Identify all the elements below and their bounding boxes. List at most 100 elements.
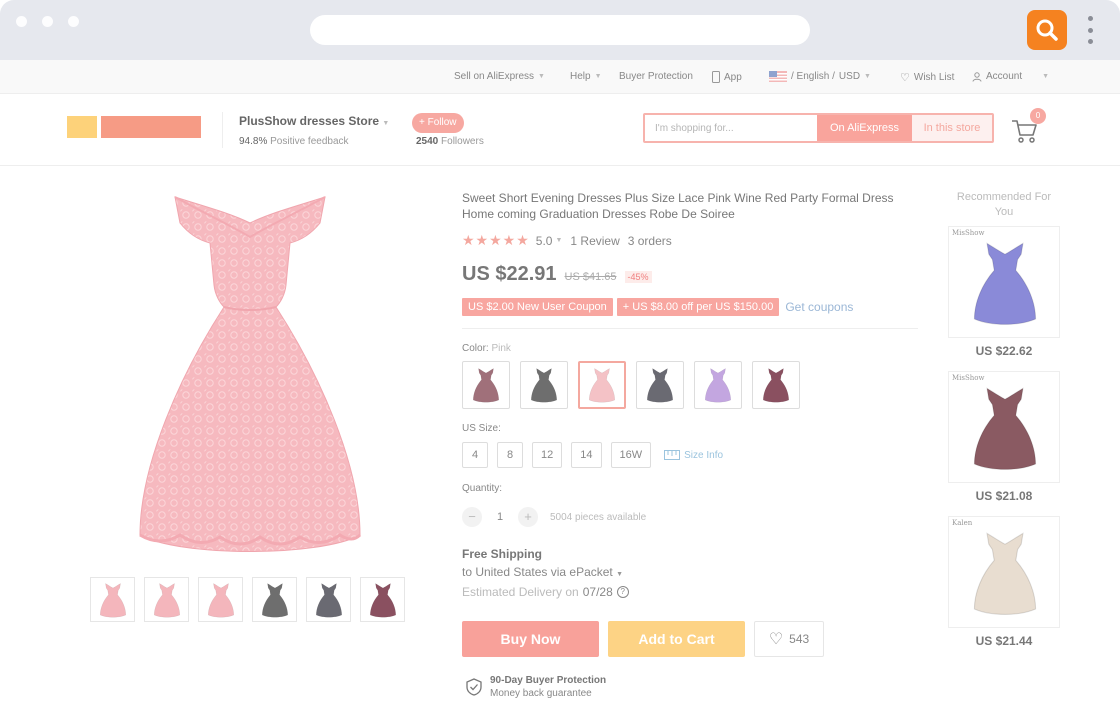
- color-swatch[interactable]: [694, 361, 742, 409]
- new-user-coupon[interactable]: US $2.00 New User Coupon: [462, 298, 613, 316]
- quantity-label: Quantity:: [462, 483, 503, 494]
- store-logo-icon[interactable]: [67, 116, 97, 138]
- magnifier-icon: [1036, 19, 1058, 41]
- shipping-title: Free Shipping: [462, 547, 543, 561]
- feedback-percent: 94.8%: [239, 136, 268, 147]
- thumbnail-image[interactable]: [198, 577, 243, 622]
- store-name-label: PlusShow dresses Store: [239, 114, 380, 128]
- get-coupons-link[interactable]: Get coupons: [785, 300, 853, 314]
- rating-row: ★★★★★ 5.0 ▼ 1 Review 3 orders: [462, 232, 672, 249]
- rating-value[interactable]: 5.0: [536, 234, 553, 248]
- cart-button[interactable]: 0: [1010, 108, 1046, 146]
- available-stock: 5004 pieces available: [550, 511, 647, 523]
- size-info-link[interactable]: Size Info: [664, 450, 723, 461]
- color-label: Color: Pink: [462, 343, 511, 354]
- size-options: 4 8 12 14 16W Size Info: [462, 442, 723, 468]
- sell-on-aliexpress-link[interactable]: Sell on AliExpress ▼: [454, 71, 545, 82]
- currency-label: USD: [838, 71, 861, 82]
- chevron-down-icon[interactable]: ▼: [555, 237, 562, 244]
- search-aliexpress-button[interactable]: On AliExpress: [817, 115, 912, 141]
- recommended-product-card[interactable]: MisShow: [948, 226, 1060, 338]
- color-swatch[interactable]: [752, 361, 800, 409]
- recommended-title: Recommended For You: [956, 191, 1052, 218]
- color-value: Pink: [491, 343, 511, 354]
- product-title: Sweet Short Evening Dresses Plus Size La…: [462, 191, 894, 221]
- follow-button[interactable]: + Follow: [412, 113, 464, 133]
- phone-icon: [712, 71, 720, 83]
- browser-menu-icon[interactable]: [1084, 14, 1096, 46]
- color-swatch[interactable]: [462, 361, 510, 409]
- followers-label: Followers: [441, 136, 484, 147]
- account-link[interactable]: Account ▼: [972, 71, 1049, 82]
- browser-chrome: [0, 0, 1120, 60]
- help-label: Help: [570, 71, 591, 82]
- size-option[interactable]: 12: [532, 442, 563, 468]
- search-input[interactable]: [645, 115, 817, 141]
- shipping-destination[interactable]: to United States via ePacket ▼: [462, 565, 623, 579]
- size-option[interactable]: 4: [462, 442, 488, 468]
- wishlist-count: 543: [789, 632, 810, 646]
- thumbnail-image[interactable]: [360, 577, 405, 622]
- quantity-value[interactable]: 1: [490, 511, 510, 523]
- help-link[interactable]: Help ▼: [570, 71, 602, 82]
- header-divider: [222, 112, 223, 148]
- store-coupon[interactable]: + US $8.00 off per US $150.00: [616, 298, 780, 316]
- search-extension-button[interactable]: [1027, 10, 1067, 50]
- window-close-dot[interactable]: [16, 16, 27, 27]
- size-option[interactable]: 16W: [610, 442, 652, 468]
- language-label: / English /: [791, 71, 835, 82]
- add-to-cart-button[interactable]: Add to Cart: [608, 621, 745, 657]
- color-swatch[interactable]: [520, 361, 568, 409]
- search-this-store-button[interactable]: In this store: [912, 115, 992, 141]
- store-logo-banner[interactable]: [101, 116, 201, 138]
- protection-title: 90-Day Buyer Protection: [490, 675, 607, 686]
- app-link[interactable]: App: [712, 71, 742, 83]
- color-swatch[interactable]: [578, 361, 626, 409]
- wishlist-button[interactable]: ♡ 543: [754, 621, 824, 657]
- star-rating-icon: ★★★★★: [462, 232, 530, 248]
- quantity-increase-button[interactable]: +: [518, 507, 538, 527]
- buy-now-button[interactable]: Buy Now: [462, 621, 599, 657]
- thumbnail-image[interactable]: [90, 577, 135, 622]
- size-option[interactable]: 14: [571, 442, 602, 468]
- ruler-icon: [664, 450, 681, 460]
- chevron-down-icon: ▼: [1042, 73, 1050, 80]
- orders-count: 3 orders: [627, 233, 672, 248]
- shipping-destination-text: to United States via ePacket: [462, 565, 613, 579]
- buyer-protection-link[interactable]: Buyer Protection: [619, 71, 693, 82]
- recommended-product-image: [969, 378, 1041, 483]
- thumbnail-image[interactable]: [306, 577, 351, 622]
- buyer-protection-label: Buyer Protection: [619, 71, 693, 82]
- recommended-product-image: [969, 523, 1041, 628]
- window-maximize-dot[interactable]: [68, 16, 79, 27]
- recommended-price: US $22.62: [975, 344, 1033, 358]
- thumbnail-image[interactable]: [144, 577, 189, 622]
- recommended-product-card[interactable]: Kalen: [948, 516, 1060, 628]
- store-name[interactable]: PlusShow dresses Store ▼: [239, 114, 389, 128]
- address-bar[interactable]: [310, 15, 810, 45]
- thumbnail-image[interactable]: [252, 577, 297, 622]
- size-info-label: Size Info: [684, 449, 724, 461]
- recommended-product-card[interactable]: MisShow: [948, 371, 1060, 483]
- protection-subtitle: Money back guarantee: [490, 688, 592, 699]
- question-mark-icon[interactable]: ?: [616, 586, 629, 598]
- wish-list-link[interactable]: ♡ Wish List: [900, 71, 954, 84]
- store-header: PlusShow dresses Store ▼ 94.8% Positive …: [0, 94, 1120, 166]
- quantity-decrease-button[interactable]: −: [462, 507, 482, 527]
- size-option[interactable]: 8: [497, 442, 523, 468]
- sell-label: Sell on AliExpress: [454, 71, 535, 82]
- reviews-link[interactable]: 1 Review: [570, 234, 619, 248]
- chevron-down-icon: ▼: [616, 571, 624, 578]
- recommended-price: US $21.44: [975, 634, 1033, 648]
- user-icon: [972, 71, 982, 82]
- shield-check-icon: [466, 678, 482, 696]
- main-product-image[interactable]: [120, 185, 380, 565]
- price-row: US $22.91 US $41.65 -45%: [462, 263, 652, 286]
- window-minimize-dot[interactable]: [42, 16, 53, 27]
- color-swatch[interactable]: [636, 361, 684, 409]
- language-currency-selector[interactable]: / English / USD ▼: [769, 71, 871, 82]
- color-swatches: [462, 361, 800, 409]
- chevron-down-icon: ▼: [594, 73, 602, 80]
- buyer-protection-badge: 90-Day Buyer Protection Money back guara…: [466, 674, 606, 700]
- original-price: US $41.65: [564, 271, 617, 283]
